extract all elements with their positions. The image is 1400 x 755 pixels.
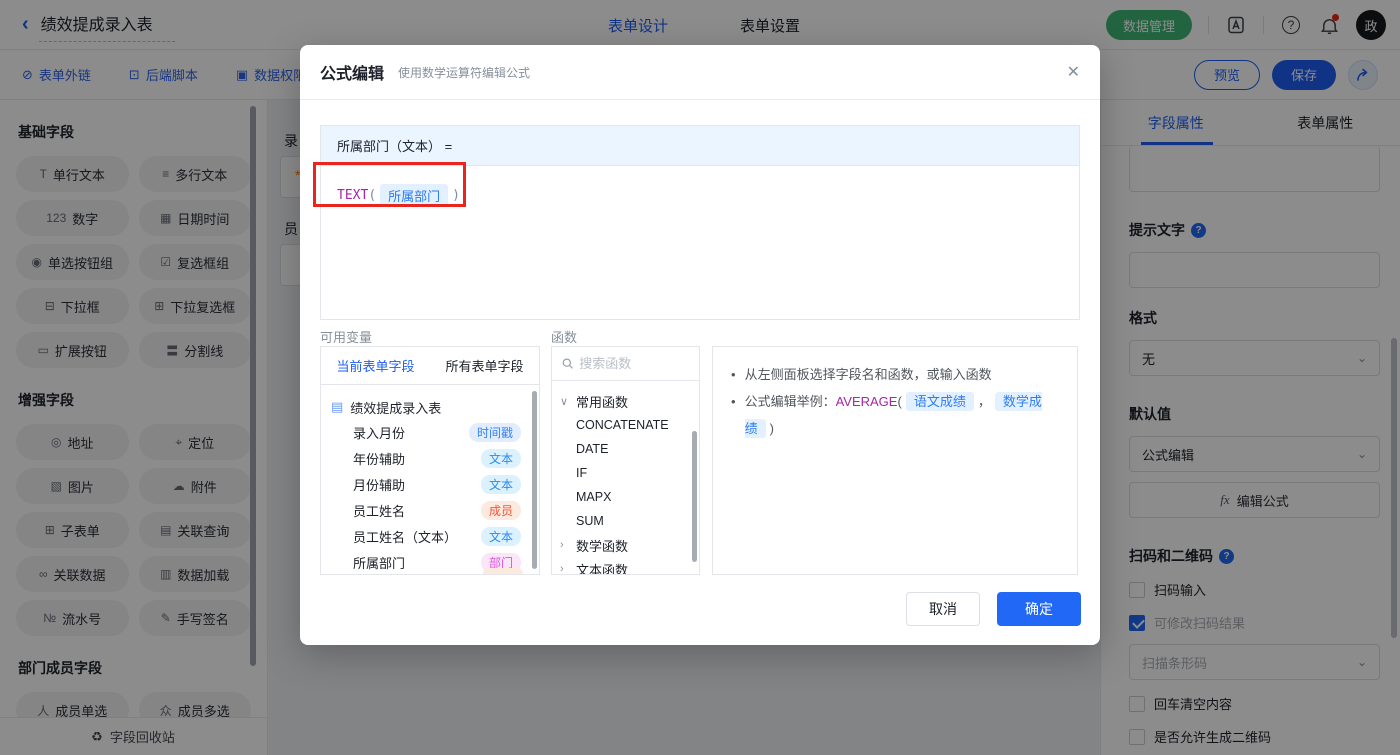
- bullet-icon: •: [731, 388, 736, 415]
- chevron-down-icon: ∨: [560, 395, 570, 408]
- function-item[interactable]: MAPX: [560, 485, 699, 509]
- variable-item[interactable]: 年份辅助 文本: [331, 445, 529, 471]
- example-field-chip: 语文成绩: [906, 392, 974, 411]
- tab-current-form-fields[interactable]: 当前表单字段: [321, 347, 430, 384]
- formula-function-name: TEXT: [337, 188, 368, 203]
- search-icon: [562, 357, 573, 370]
- form-doc-icon: ▤: [331, 399, 343, 415]
- variable-label: 录入月份: [353, 423, 405, 442]
- variable-label: 年份辅助: [353, 449, 405, 468]
- modal-subtitle: 使用数学运算符编辑公式: [398, 64, 530, 81]
- variable-label: 员工姓名（文本）: [353, 527, 457, 546]
- function-group-common[interactable]: ∨ 常用函数: [560, 389, 699, 413]
- variable-type-badge: 时间戳: [469, 423, 521, 442]
- example-function-name: AVERAGE: [836, 394, 898, 409]
- variable-item[interactable]: 月份辅助 文本: [331, 471, 529, 497]
- variables-tabs: 当前表单字段 所有表单字段: [321, 347, 539, 385]
- variables-tree: ▤ 绩效提成录入表 录入月份 时间戳 年份辅助 文本: [321, 385, 539, 575]
- functions-panel-label: 函数: [551, 327, 577, 346]
- modal-title: 公式编辑: [320, 60, 384, 84]
- example-paren-open: (: [897, 394, 901, 409]
- variable-type-badge: 文本: [481, 449, 521, 468]
- help-text: 从左侧面板选择字段名和函数，或输入函数: [745, 361, 992, 388]
- function-group-label: 常用函数: [576, 392, 628, 411]
- variable-label: 月份辅助: [353, 475, 405, 494]
- function-search-input[interactable]: [579, 356, 689, 371]
- formula-paren-open: (: [368, 188, 376, 203]
- function-group-text[interactable]: › 文本函数: [560, 557, 699, 575]
- example-paren-close: ): [770, 421, 774, 436]
- field-chip[interactable]: 所属部门: [380, 184, 448, 207]
- variables-panel-label: 可用变量: [320, 327, 372, 346]
- modal-footer: 取消 确定: [906, 592, 1081, 626]
- help-example-prefix: 公式编辑举例：: [745, 394, 836, 409]
- tab-all-form-fields[interactable]: 所有表单字段: [430, 347, 539, 384]
- variable-item[interactable]: 员工姓名（文本） 文本: [331, 523, 529, 549]
- chevron-right-icon: ›: [560, 539, 570, 551]
- functions-tree: ∨ 常用函数 CONCATENATE DATE IF MAPX SUM: [552, 381, 699, 575]
- functions-panel: ∨ 常用函数 CONCATENATE DATE IF MAPX SUM: [551, 346, 700, 575]
- function-item[interactable]: DATE: [560, 437, 699, 461]
- variable-item[interactable]: 员工姓名 成员: [331, 497, 529, 523]
- function-items: CONCATENATE DATE IF MAPX SUM: [560, 413, 699, 533]
- variables-panel: 当前表单字段 所有表单字段 ▤ 绩效提成录入表 录入月份 时间戳: [320, 346, 540, 575]
- function-group-math[interactable]: › 数学函数: [560, 533, 699, 557]
- function-group-label: 数学函数: [576, 536, 628, 555]
- form-root-label: 绩效提成录入表: [350, 398, 441, 417]
- help-example: 公式编辑举例：AVERAGE(语文成绩，数学成绩): [745, 388, 1059, 442]
- close-icon[interactable]: ✕: [1067, 62, 1080, 82]
- formula-editor-modal: 公式编辑 使用数学运算符编辑公式 ✕ 所属部门（文本） = TEXT ( 所属部…: [300, 45, 1100, 645]
- variables-tree-root[interactable]: ▤ 绩效提成录入表: [331, 395, 529, 419]
- function-item[interactable]: IF: [560, 461, 699, 485]
- function-search: [552, 347, 699, 381]
- variable-type-badge: 文本: [481, 527, 521, 546]
- formula-paren-close: ): [452, 188, 460, 203]
- variable-label: 所属部门: [353, 553, 405, 572]
- help-line-2: • 公式编辑举例：AVERAGE(语文成绩，数学成绩): [731, 388, 1059, 442]
- example-comma: ，: [978, 394, 991, 409]
- partial-variable-badge: [483, 568, 523, 575]
- confirm-button[interactable]: 确定: [997, 592, 1081, 626]
- modal-header: 公式编辑 使用数学运算符编辑公式 ✕: [300, 45, 1100, 100]
- cancel-button[interactable]: 取消: [906, 592, 980, 626]
- variables-list: 录入月份 时间戳 年份辅助 文本 月份辅助 文本: [331, 419, 529, 575]
- variable-type-badge: 文本: [481, 475, 521, 494]
- formula-target: 所属部门（文本） =: [321, 126, 1079, 166]
- formula-help-panel: • 从左侧面板选择字段名和函数，或输入函数 • 公式编辑举例：AVERAGE( 语…: [712, 346, 1078, 575]
- formula-editor-area: 所属部门（文本） = TEXT ( 所属部门 ): [320, 125, 1080, 320]
- formula-expression[interactable]: TEXT ( 所属部门 ): [321, 166, 1079, 225]
- bullet-icon: •: [731, 361, 736, 388]
- function-group-label: 文本函数: [576, 560, 628, 576]
- app-root: ‹ 绩效提成录入表 表单设计 表单设置 数据管理 ? 政: [0, 0, 1400, 755]
- help-line-1: • 从左侧面板选择字段名和函数，或输入函数: [731, 361, 1059, 388]
- variable-type-badge: 成员: [481, 501, 521, 520]
- function-item[interactable]: CONCATENATE: [560, 413, 699, 437]
- variables-scrollbar[interactable]: [532, 391, 537, 569]
- chevron-right-icon: ›: [560, 563, 570, 575]
- variable-item[interactable]: 录入月份 时间戳: [331, 419, 529, 445]
- function-item[interactable]: SUM: [560, 509, 699, 533]
- variable-label: 员工姓名: [353, 501, 405, 520]
- functions-scrollbar[interactable]: [692, 431, 697, 562]
